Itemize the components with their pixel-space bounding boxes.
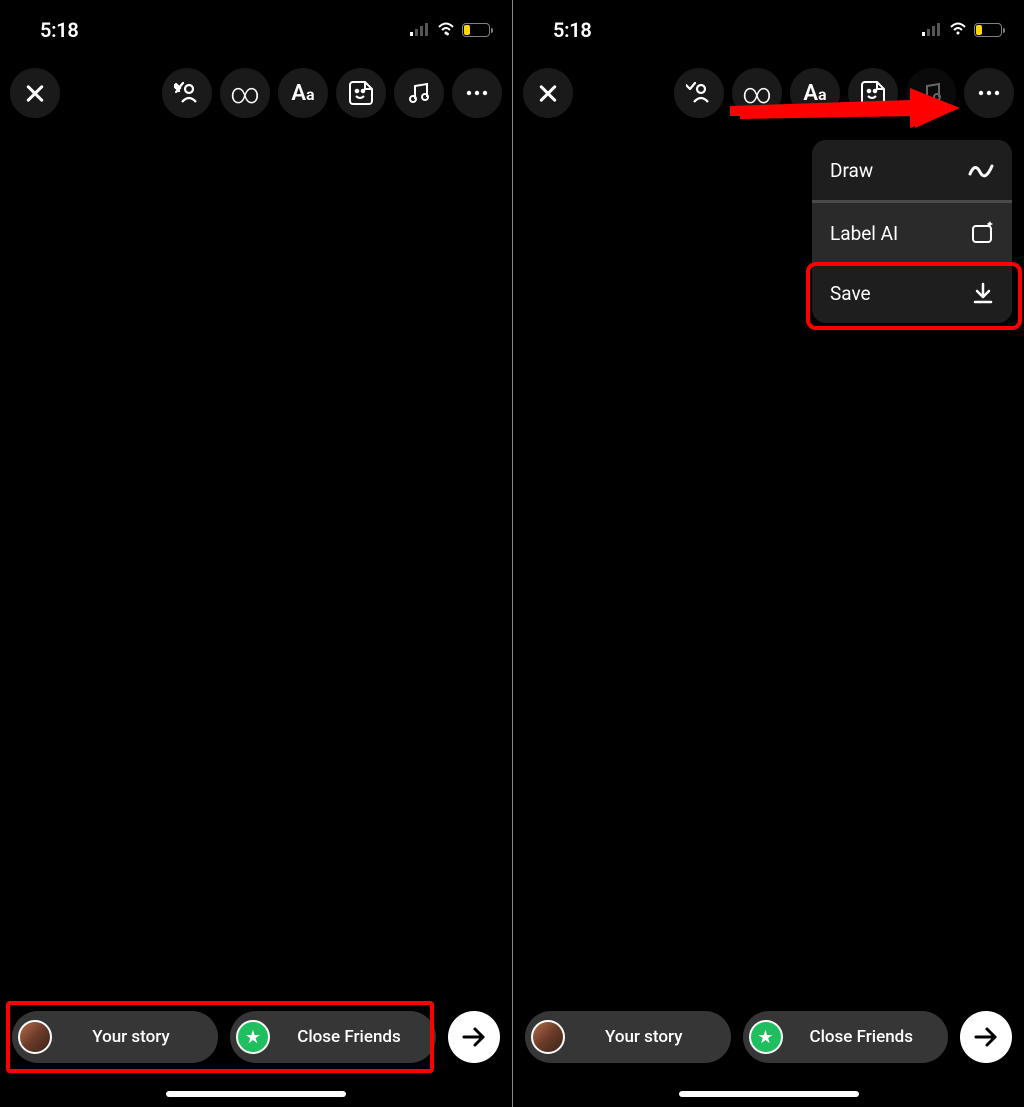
arrow-right-icon [973,1026,999,1048]
your-story-button[interactable]: Your story [12,1011,218,1063]
your-story-button[interactable]: Your story [525,1011,731,1063]
sticker-button[interactable] [336,68,386,118]
battery-icon: 8 [462,23,490,37]
text-button[interactable]: Aa [790,68,840,118]
star-icon: ★ [236,1020,270,1054]
status-bar: 5:18 8 [513,0,1024,50]
close-icon [24,82,46,104]
text-button[interactable]: Aa [278,68,328,118]
battery-level: 8 [974,23,1002,37]
tag-people-icon [174,80,200,106]
more-icon [977,90,1001,96]
infinity-icon: ∞ [230,77,260,110]
music-button[interactable] [394,68,444,118]
more-button[interactable] [964,68,1014,118]
sticker-icon [347,79,375,107]
music-icon [407,81,431,105]
avatar [531,1020,565,1054]
star-icon: ★ [749,1020,783,1054]
menu-item-label-ai[interactable]: Label AI [812,203,1012,263]
phone-left: 5:18 8 ∞ Aa [0,0,512,1107]
cellular-icon [922,21,942,40]
download-icon [972,281,994,305]
wifi-icon [948,21,968,40]
send-button[interactable] [448,1011,500,1063]
status-time: 5:18 [40,18,79,42]
sticker-icon [859,79,887,107]
close-button[interactable] [523,68,573,118]
more-button[interactable] [452,68,502,118]
menu-draw-label: Draw [830,159,873,182]
close-friends-button[interactable]: ★ Close Friends [743,1011,949,1063]
tag-people-button[interactable] [162,68,212,118]
status-time: 5:18 [553,18,592,42]
phone-right: 5:18 8 ∞ Aa [512,0,1024,1107]
avatar [18,1020,52,1054]
close-friends-button[interactable]: ★ Close Friends [230,1011,436,1063]
more-icon [465,90,489,96]
label-ai-icon [970,221,994,245]
share-bar: Your story ★ Close Friends [0,1011,512,1063]
home-indicator [679,1091,859,1097]
status-indicators: 8 [410,21,490,40]
editor-toolbar: ∞ Aa [513,50,1024,118]
text-icon: Aa [803,81,826,106]
arrow-right-icon [461,1026,487,1048]
status-bar: 5:18 8 [0,0,512,50]
home-indicator [166,1091,346,1097]
squiggle-icon [968,160,994,180]
close-friends-label: Close Friends [795,1027,929,1047]
boomerang-button[interactable]: ∞ [732,68,782,118]
editor-toolbar: ∞ Aa [0,50,512,118]
boomerang-button[interactable]: ∞ [220,68,270,118]
your-story-label: Your story [577,1027,711,1047]
battery-icon: 8 [974,23,1002,37]
close-button[interactable] [10,68,60,118]
share-bar: Your story ★ Close Friends [513,1011,1024,1063]
close-friends-label: Close Friends [282,1027,416,1047]
music-icon [919,81,943,105]
menu-item-save[interactable]: Save [812,263,1012,323]
text-icon: Aa [291,81,314,106]
send-button[interactable] [960,1011,1012,1063]
menu-item-draw[interactable]: Draw [812,140,1012,200]
status-indicators: 8 [922,21,1002,40]
battery-level: 8 [462,23,490,37]
wifi-icon [436,21,456,40]
more-menu: Draw Label AI Save [812,140,1012,323]
tag-people-button[interactable] [674,68,724,118]
menu-labelai-label: Label AI [830,222,898,245]
music-button[interactable] [906,68,956,118]
tag-people-icon [686,80,712,106]
menu-save-label: Save [830,282,871,305]
sticker-button[interactable] [848,68,898,118]
close-icon [537,82,559,104]
your-story-label: Your story [64,1027,198,1047]
infinity-icon: ∞ [742,77,772,110]
cellular-icon [410,21,430,40]
